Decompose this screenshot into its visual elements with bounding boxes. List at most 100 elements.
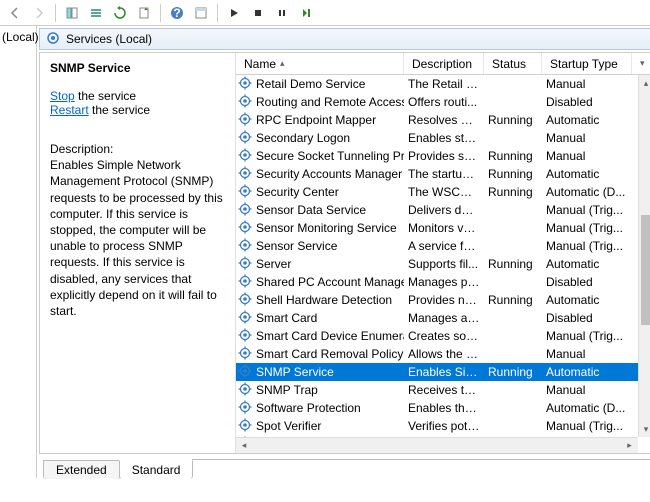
service-status: Running [484, 365, 542, 379]
forward-button[interactable] [28, 2, 50, 24]
export-button[interactable] [133, 2, 155, 24]
service-name: Security Center [256, 185, 339, 199]
service-name: Secure Socket Tunneling Pr... [256, 149, 404, 163]
chevron-down-icon[interactable]: ▾ [640, 58, 645, 69]
grid-body[interactable]: Retail Demo Service The Retail D... Manual… [236, 75, 650, 453]
service-icon [238, 418, 252, 435]
service-row[interactable]: Sensor Monitoring ServiceMonitors va...M… [236, 219, 650, 237]
service-desc: Supports fil... [404, 257, 484, 271]
service-row[interactable]: SNMP Trap Receives tra... Manual [236, 381, 650, 399]
service-desc: The WSCSV... [404, 185, 484, 199]
vertical-scrollbar[interactable]: ▴ ▾ [638, 75, 650, 437]
service-row[interactable]: SNMP ServiceEnables Sim...RunningAutomat… [236, 363, 650, 381]
list-button[interactable] [85, 2, 107, 24]
service-icon [238, 256, 252, 273]
service-name: SNMP Trap [256, 383, 318, 397]
service-desc: Enables Sim... [404, 365, 484, 379]
restart-button[interactable] [295, 2, 317, 24]
service-startup: Manual [542, 77, 632, 91]
service-icon [238, 166, 252, 183]
service-icon [238, 220, 252, 237]
column-startup[interactable]: Startup Type [542, 53, 632, 74]
restart-link[interactable]: Restart [50, 103, 89, 117]
service-icon [238, 382, 252, 399]
service-icon [238, 148, 252, 165]
service-icon [238, 274, 252, 291]
back-button[interactable] [4, 2, 26, 24]
scroll-up-icon[interactable]: ▴ [639, 75, 650, 91]
sort-asc-icon: ▴ [280, 58, 285, 69]
service-desc: Receives tra... [404, 383, 484, 397]
service-name: Secondary Logon [256, 131, 350, 145]
service-row[interactable]: Routing and Remote AccessOffers routi...… [236, 93, 650, 111]
help-button[interactable]: ? [166, 2, 188, 24]
service-status: Running [484, 185, 542, 199]
service-desc: Delivers dat... [404, 203, 484, 217]
service-row[interactable]: Security CenterThe WSCSV...RunningAutoma… [236, 183, 650, 201]
service-name: SNMP Service [256, 365, 334, 379]
tab-standard[interactable]: Standard [119, 460, 194, 479]
service-row[interactable]: Sensor Data ServiceDelivers dat...Manual… [236, 201, 650, 219]
stop-link[interactable]: Stop [50, 89, 75, 103]
scroll-left-icon[interactable]: ◂ [236, 438, 252, 453]
pause-button[interactable] [271, 2, 293, 24]
service-icon [238, 364, 252, 381]
scroll-down-icon[interactable]: ▾ [639, 421, 650, 437]
column-description[interactable]: Description [404, 53, 484, 74]
tab-extended[interactable]: Extended [43, 460, 120, 479]
service-row[interactable]: Sensor ServiceA service fo...Manual (Tri… [236, 237, 650, 255]
service-startup: Manual (Trig... [542, 239, 632, 253]
service-startup: Manual [542, 383, 632, 397]
service-name: Retail Demo Service [256, 77, 365, 91]
service-row[interactable]: Spot VerifierVerifies pote...Manual (Tri… [236, 417, 650, 435]
service-row[interactable]: Smart CardManages ac...Disabled [236, 309, 650, 327]
column-name[interactable]: Name▴ [236, 53, 404, 74]
service-name: Smart Card [256, 311, 317, 325]
service-desc: Offers routi... [404, 95, 484, 109]
service-desc: Monitors va... [404, 221, 484, 235]
description-label: Description: [50, 141, 225, 157]
properties-button[interactable] [190, 2, 212, 24]
service-startup: Manual (Trig... [542, 329, 632, 343]
stop-button[interactable] [247, 2, 269, 24]
service-icon [238, 184, 252, 201]
service-status: Running [484, 167, 542, 181]
service-row[interactable]: Smart Card Removal PolicyAllows the s...… [236, 345, 650, 363]
service-startup: Disabled [542, 95, 632, 109]
service-row[interactable]: Secure Socket Tunneling Pr...Provides su… [236, 147, 650, 165]
service-desc: Allows the s... [404, 347, 484, 361]
service-icon [238, 202, 252, 219]
tree-pane[interactable]: (Local) [0, 26, 37, 478]
service-row[interactable]: ServerSupports fil...RunningAutomatic [236, 255, 650, 273]
service-row[interactable]: Secondary LogonEnables star...Manual [236, 129, 650, 147]
start-button[interactable] [223, 2, 245, 24]
service-name: Software Protection [256, 401, 361, 415]
service-row[interactable]: RPC Endpoint MapperResolves RP...Running… [236, 111, 650, 129]
service-desc: Provides su... [404, 149, 484, 163]
service-desc: The Retail D... [404, 77, 484, 91]
toolbar: ? [0, 0, 650, 26]
service-row[interactable]: Smart Card Device Enumera...Creates soft… [236, 327, 650, 345]
service-row[interactable]: Software ProtectionEnables the ...Automa… [236, 399, 650, 417]
service-icon [238, 346, 252, 363]
horizontal-scrollbar[interactable]: ◂ ▸ [236, 437, 638, 453]
service-desc: Creates soft... [404, 329, 484, 343]
service-row[interactable]: Security Accounts ManagerThe startup ...… [236, 165, 650, 183]
column-status[interactable]: Status [484, 53, 542, 74]
service-name: Shell Hardware Detection [256, 293, 392, 307]
service-startup: Manual (Trig... [542, 419, 632, 433]
service-startup: Manual [542, 131, 632, 145]
refresh-button[interactable] [109, 2, 131, 24]
scroll-right-icon[interactable]: ▸ [622, 438, 638, 453]
service-name: Sensor Service [256, 239, 337, 253]
service-name: Routing and Remote Access [256, 95, 404, 109]
service-row[interactable]: Shared PC Account ManagerManages pr...Di… [236, 273, 650, 291]
scroll-thumb[interactable] [641, 215, 650, 325]
service-icon [238, 130, 252, 147]
description-text: Enables Simple Network Management Protoc… [50, 157, 225, 319]
service-row[interactable]: Retail Demo Service The Retail D... Manual [236, 75, 650, 93]
show-hide-button[interactable] [61, 2, 83, 24]
service-row[interactable]: Shell Hardware DetectionProvides no...Ru… [236, 291, 650, 309]
tree-node-local[interactable]: (Local) [2, 30, 39, 44]
service-name: Spot Verifier [256, 419, 321, 433]
